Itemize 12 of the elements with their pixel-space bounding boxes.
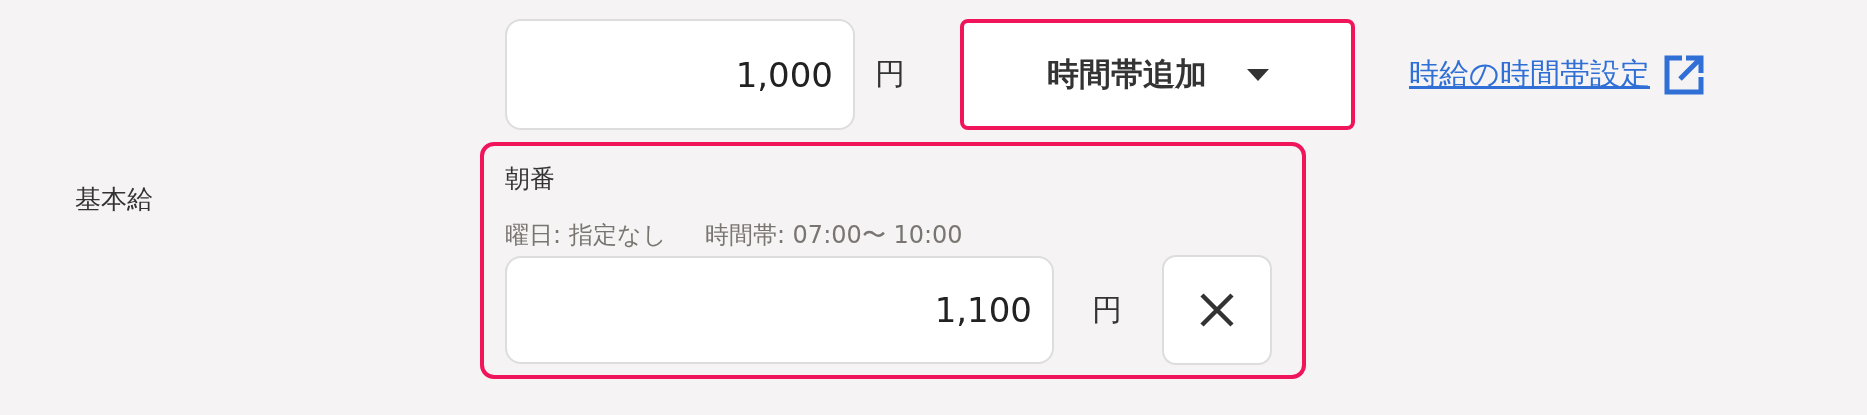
remove-button[interactable] xyxy=(1162,255,1272,365)
add-time-band-dropdown[interactable]: 時間帯追加 xyxy=(960,19,1355,130)
amount-field[interactable]: 1,100 xyxy=(505,256,1054,364)
amount-field[interactable]: 1,000 xyxy=(505,19,855,130)
close-icon xyxy=(1199,292,1235,328)
unit-label: 円 xyxy=(875,55,905,93)
settings-link[interactable]: 時給の時間帯設定 xyxy=(1409,54,1650,95)
time-band-name: 朝番 xyxy=(505,163,556,195)
field-label: 基本給 xyxy=(74,182,154,216)
caret-icon xyxy=(1246,68,1269,81)
unit-label: 円 xyxy=(1092,290,1122,329)
time-band-details: 曜日: 指定なし 時間帯: 07:00〜 10:00 xyxy=(505,220,964,251)
